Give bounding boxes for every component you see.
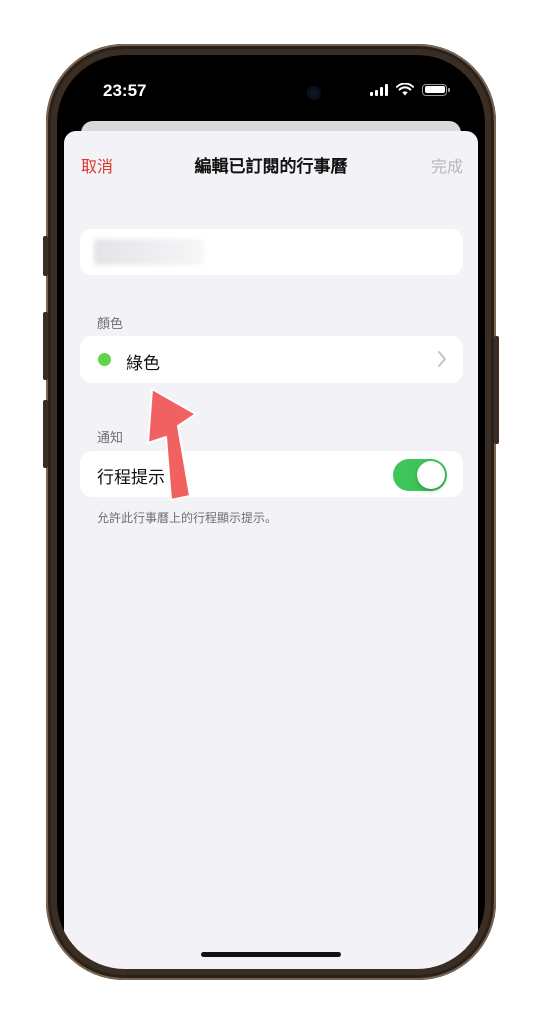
color-section-header: 顏色 bbox=[97, 317, 124, 332]
screen: 23:57 取消 編輯已訂閱的行事曆 完成 顏色 綠色 通知 行程提示 允許此行… bbox=[57, 55, 485, 969]
dynamic-island bbox=[209, 75, 333, 111]
toggle-knob bbox=[417, 461, 445, 489]
edit-subscribed-calendar-sheet: 取消 編輯已訂閱的行事曆 完成 顏色 綠色 通知 行程提示 允許此行事曆上的行程… bbox=[64, 131, 478, 969]
power-button bbox=[494, 336, 499, 444]
battery-icon bbox=[422, 83, 450, 96]
page-title: 編輯已訂閱的行事曆 bbox=[194, 157, 348, 177]
cellular-signal-icon bbox=[370, 83, 388, 96]
volume-up-button bbox=[43, 312, 48, 380]
event-alerts-label: 行程提示 bbox=[97, 468, 165, 488]
redacted-calendar-name bbox=[94, 239, 204, 265]
color-value: 綠色 bbox=[126, 354, 160, 374]
home-indicator[interactable] bbox=[201, 952, 341, 957]
calendar-name-field[interactable] bbox=[80, 229, 463, 275]
status-bar: 23:57 bbox=[57, 55, 485, 131]
event-alerts-toggle[interactable] bbox=[393, 459, 447, 491]
action-button bbox=[43, 236, 48, 276]
volume-down-button bbox=[43, 400, 48, 468]
color-row[interactable]: 綠色 bbox=[80, 336, 463, 383]
event-alerts-footer: 允許此行事曆上的行程顯示提示。 bbox=[97, 511, 278, 525]
status-time: 23:57 bbox=[103, 81, 147, 100]
event-alerts-row: 行程提示 bbox=[80, 451, 463, 497]
color-swatch-icon bbox=[98, 353, 111, 366]
done-button[interactable]: 完成 bbox=[431, 153, 463, 177]
chevron-right-icon bbox=[438, 351, 446, 367]
wifi-icon bbox=[396, 83, 414, 96]
status-icons bbox=[370, 83, 450, 96]
battery-level bbox=[424, 86, 445, 93]
notify-section-header: 通知 bbox=[97, 431, 124, 446]
camera-icon bbox=[307, 86, 321, 100]
